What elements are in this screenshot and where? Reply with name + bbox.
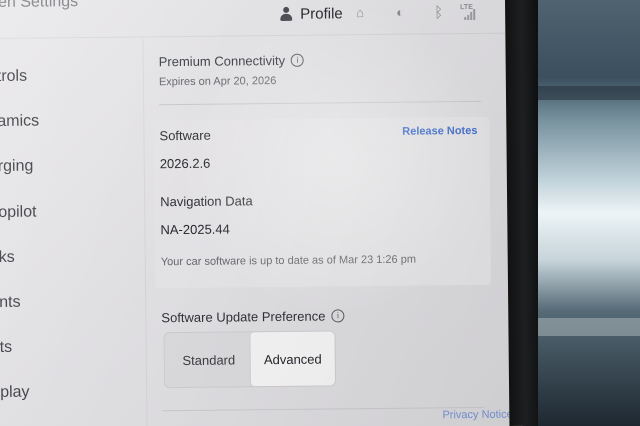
touchscreen-ui: en Settings Profile ⌂ ◐ ᛒ LTE trols amic… [0,0,523,426]
sidebar-item-lights[interactable]: nts [0,294,21,312]
software-version: 2026.2.6 [159,155,211,172]
release-notes-link[interactable]: Release Notes [402,125,477,138]
signal-icon [464,8,476,21]
premium-connectivity-heading: Premium Connectivity i [158,52,305,70]
photo-scene: en Settings Profile ⌂ ◐ ᛒ LTE trols amic… [0,0,640,426]
connectivity-expiration: Expires on Apr 20, 2026 [158,75,277,89]
advanced-option[interactable]: Advanced [250,331,336,387]
standard-option[interactable]: Standard [165,332,254,387]
profile-label: Profile [300,4,343,23]
sidebar-item-charging[interactable]: rging [0,158,33,176]
section-divider [159,100,482,106]
sidebar-item-display[interactable]: play [0,384,30,402]
top-status-bar: en Settings Profile ⌂ ◐ ᛒ LTE [0,0,519,39]
sidebar-item-dynamics[interactable]: amics [0,113,39,131]
window-title: en Settings [0,0,79,11]
sidebar-item-controls[interactable]: trols [0,68,27,86]
bell-icon[interactable]: ◐ [396,5,404,20]
person-icon [280,7,292,21]
software-update-preference-title: Software Update Preference [161,308,326,326]
software-label: Software [159,127,211,144]
sidebar-item-autopilot[interactable]: opilot [0,204,37,222]
privacy-notice-link[interactable]: Privacy Notice [442,409,512,422]
software-settings-panel: Premium Connectivity i Expires on Apr 20… [152,35,513,426]
navigation-data-label: Navigation Data [160,193,253,210]
section-divider [162,406,485,412]
info-icon[interactable]: i [291,53,305,67]
bluetooth-icon[interactable]: ᛒ [434,4,443,21]
premium-connectivity-title: Premium Connectivity [158,52,286,70]
info-icon[interactable]: i [331,309,345,323]
software-update-status: Your car software is up to date as of Ma… [160,253,417,269]
software-info-card: Software Release Notes 2026.2.6 Navigati… [153,116,492,289]
status-icons: ⌂ ◐ ᛒ LTE [356,3,480,24]
navigation-data-version: NA-2025.44 [160,221,230,238]
sidebar-item-seats[interactable]: ts [0,339,12,357]
home-icon[interactable]: ⌂ [356,5,364,20]
software-update-preference-heading: Software Update Preference i [161,308,345,326]
profile-button[interactable]: Profile [280,3,343,24]
sidebar-item-locks[interactable]: ks [0,249,15,267]
settings-sidebar: trols amics rging opilot ks nts ts play [0,38,148,426]
vehicle-window-background [538,0,640,426]
software-update-preference-toggle[interactable]: Standard Advanced [163,330,337,389]
